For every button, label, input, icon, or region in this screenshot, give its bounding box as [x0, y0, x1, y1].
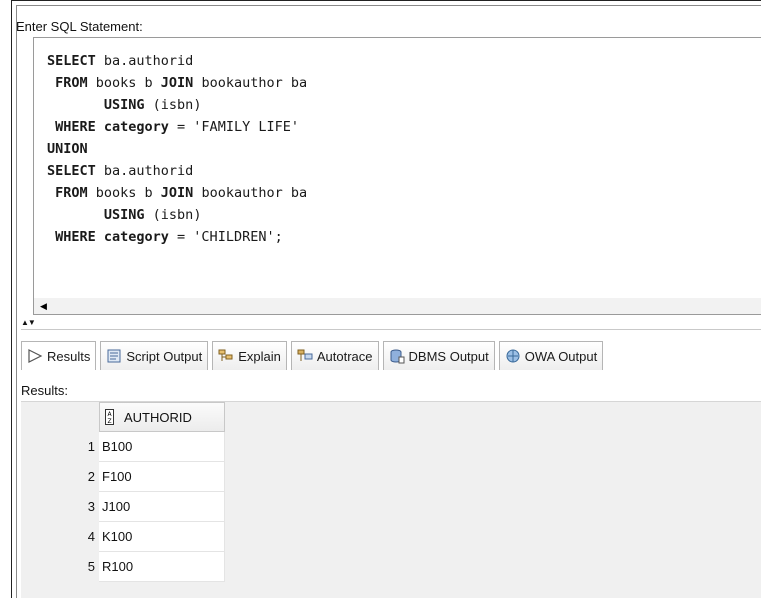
sql-text: (isbn)	[144, 207, 202, 223]
sql-line: USING (isbn)	[47, 94, 307, 116]
sql-keyword: SELECT	[47, 53, 96, 69]
sql-keyword: WHERE category	[47, 119, 169, 135]
sql-text: ba.authorid	[95, 53, 194, 69]
authorid-cell[interactable]: J100	[99, 492, 225, 522]
authorid-cell[interactable]: B100	[99, 432, 225, 462]
tab-label: DBMS Output	[408, 348, 489, 364]
autotrace-icon	[297, 348, 313, 364]
play-arrow-icon	[27, 348, 43, 364]
sql-line: USING (isbn)	[47, 204, 307, 226]
tab-label: Autotrace	[316, 348, 373, 364]
sql-keyword: UNION	[47, 141, 88, 157]
column-header-label: AUTHORID	[124, 409, 192, 425]
results-grid: A Z AUTHORID 1 B100 2 F100 3 J100 4 K100 5 R100	[21, 401, 761, 598]
tab-label: Explain	[238, 348, 281, 364]
sql-keyword: SELECT	[47, 163, 96, 179]
sort-az-icon: A Z	[105, 409, 114, 425]
sql-keyword: JOIN	[160, 185, 194, 201]
tab-dbms-output[interactable]: DBMS Output	[382, 341, 495, 370]
output-tabs: Results Script Output Explain Autotrace DBMS…	[21, 341, 761, 370]
sql-line: UNION	[47, 138, 307, 160]
script-output-icon	[106, 348, 122, 364]
tab-results[interactable]: Results	[21, 341, 97, 370]
sql-editor[interactable]: SELECT ba.authorid FROM books b JOIN boo…	[33, 37, 761, 299]
sql-line: SELECT ba.authorid	[47, 50, 307, 72]
row-number: 4	[21, 522, 99, 552]
sql-text: books b	[87, 75, 161, 91]
authorid-cell[interactable]: K100	[99, 522, 225, 552]
sql-text: bookauthor ba	[193, 75, 308, 91]
explain-plan-icon	[218, 348, 234, 364]
tab-label: Script Output	[126, 348, 203, 364]
authorid-cell[interactable]: R100	[99, 552, 225, 582]
tab-owa-output[interactable]: OWA Output	[498, 341, 604, 370]
splitter-arrows-icon[interactable]: ▲▼	[21, 319, 36, 327]
sql-keyword: FROM	[47, 185, 88, 201]
owa-output-icon	[505, 348, 521, 364]
horizontal-scrollbar[interactable]: ◀	[33, 298, 761, 315]
sql-line: SELECT ba.authorid	[47, 160, 307, 182]
column-header-authorid[interactable]: A Z AUTHORID	[99, 402, 225, 432]
sql-line: FROM books b JOIN bookauthor ba	[47, 72, 307, 94]
sql-statement-label: Enter SQL Statement:	[16, 19, 143, 34]
sql-line: WHERE category = 'CHILDREN';	[47, 226, 307, 248]
sql-text: ba.authorid	[95, 163, 194, 179]
row-number-header	[21, 402, 99, 432]
sql-text: = 'CHILDREN';	[168, 229, 283, 245]
sql-keyword: USING	[47, 97, 145, 113]
row-number: 3	[21, 492, 99, 522]
sql-code[interactable]: SELECT ba.authorid FROM books b JOIN boo…	[47, 50, 307, 248]
sql-line: WHERE category = 'FAMILY LIFE'	[47, 116, 307, 138]
results-label: Results:	[21, 383, 68, 398]
sql-keyword: JOIN	[160, 75, 194, 91]
row-number: 5	[21, 552, 99, 582]
tab-label: Results	[47, 348, 91, 364]
tab-label: OWA Output	[524, 348, 598, 364]
scroll-left-arrow-icon[interactable]: ◀	[37, 301, 50, 312]
pane-splitter[interactable]: ▲▼	[21, 319, 761, 330]
sql-text: bookauthor ba	[193, 185, 308, 201]
sql-text: = 'FAMILY LIFE'	[168, 119, 299, 135]
sql-keyword: USING	[47, 207, 145, 223]
authorid-cell[interactable]: F100	[99, 462, 225, 492]
dbms-output-icon	[389, 348, 405, 364]
row-number: 1	[21, 432, 99, 462]
sql-text: (isbn)	[144, 97, 202, 113]
tab-script-output[interactable]: Script Output	[100, 341, 209, 370]
splitter-line	[21, 329, 761, 330]
sql-text: books b	[87, 185, 161, 201]
svg-text:Z: Z	[107, 418, 111, 425]
sql-keyword: WHERE category	[47, 229, 169, 245]
tab-autotrace[interactable]: Autotrace	[290, 341, 379, 370]
tab-explain[interactable]: Explain	[212, 341, 287, 370]
sql-line: FROM books b JOIN bookauthor ba	[47, 182, 307, 204]
row-number: 2	[21, 462, 99, 492]
sql-keyword: FROM	[47, 75, 88, 91]
